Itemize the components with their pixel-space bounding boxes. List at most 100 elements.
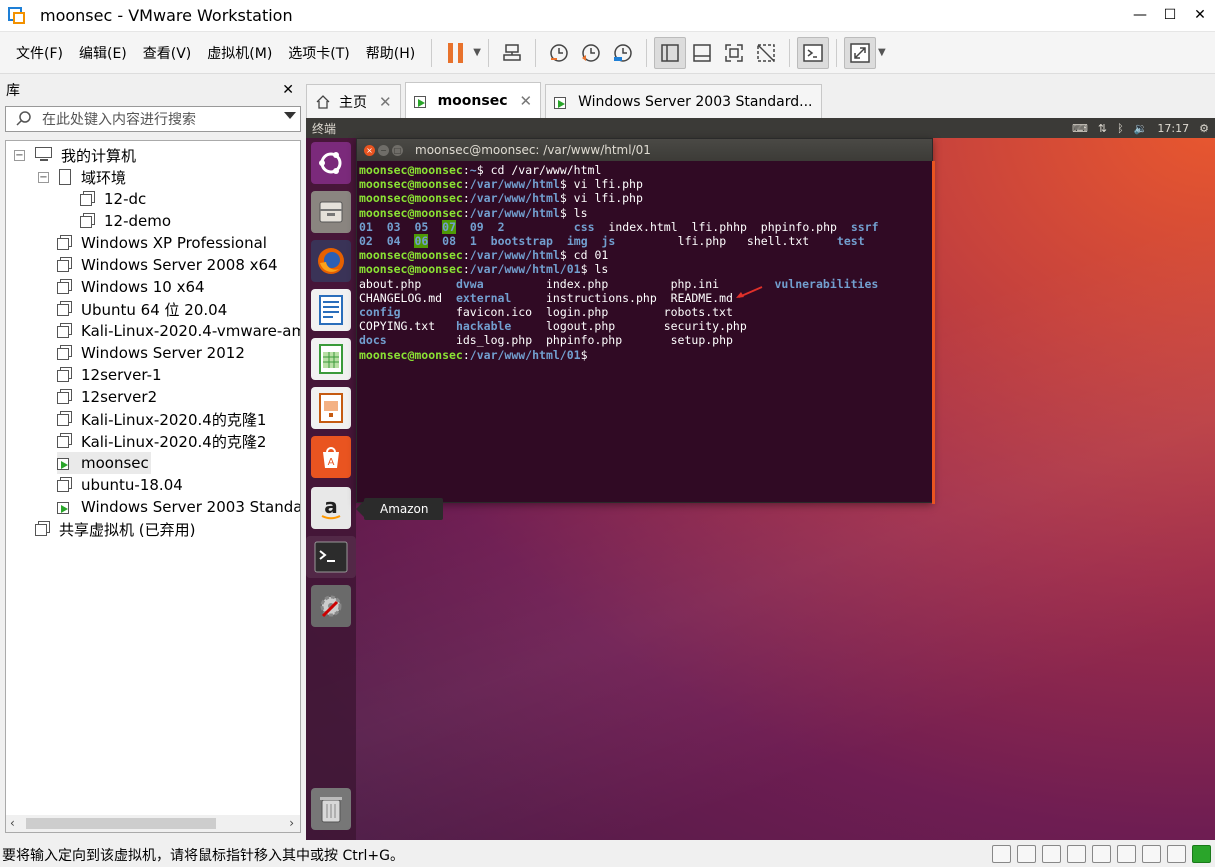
close-button[interactable]: ✕ <box>1185 0 1215 30</box>
scroll-left-icon[interactable]: ‹ <box>10 816 15 830</box>
tab-close-icon[interactable]: ✕ <box>520 92 533 110</box>
minimize-button[interactable]: — <box>1125 0 1155 30</box>
tree-item-vm[interactable]: Ubuntu 64 位 20.04 <box>57 298 227 320</box>
keyboard-status-icon[interactable] <box>1167 845 1186 863</box>
writer-icon[interactable] <box>311 289 351 331</box>
tree-item-vm[interactable]: Windows 10 x64 <box>57 276 205 298</box>
search-dropdown-icon[interactable] <box>284 112 296 119</box>
tree-item-vm[interactable]: 12server2 <box>57 386 157 408</box>
tree-label: 12server2 <box>81 388 158 406</box>
calc-icon[interactable] <box>311 338 351 380</box>
terminal-launcher-icon[interactable] <box>306 536 356 578</box>
thumbnail-bar-icon <box>693 43 711 62</box>
tree-item-domain-folder[interactable]: − 域环境 <box>38 166 126 188</box>
menu-vm[interactable]: 虚拟机(M) <box>199 43 280 63</box>
show-thumbnail-button[interactable] <box>686 37 718 69</box>
usb-icon[interactable] <box>1092 845 1111 863</box>
stretch-view-button[interactable] <box>843 36 876 69</box>
tab-home[interactable]: 主页 ✕ <box>306 84 401 118</box>
take-snapshot-button[interactable] <box>543 37 575 69</box>
tree-item-12-demo[interactable]: 12-demo <box>80 210 171 232</box>
bluetooth-icon[interactable]: ᛒ <box>1117 122 1124 135</box>
show-library-button[interactable] <box>653 36 686 69</box>
cd-dvd-icon[interactable] <box>1017 845 1036 863</box>
vm-icon <box>80 191 96 207</box>
tree-item-vm[interactable]: Windows Server 2012 <box>57 342 245 364</box>
stretch-dropdown-icon[interactable]: ▼ <box>878 47 886 58</box>
send-ctrl-alt-del-button[interactable] <box>496 37 528 69</box>
network-adapter-icon[interactable] <box>1042 845 1061 863</box>
library-search-input[interactable]: 在此处键入内容进行搜索 <box>5 106 301 132</box>
svg-text:a: a <box>324 494 338 518</box>
menu-edit[interactable]: 编辑(E) <box>71 43 135 63</box>
menu-help[interactable]: 帮助(H) <box>358 43 423 63</box>
tab-close-icon[interactable]: ✕ <box>379 93 392 111</box>
suspend-button[interactable] <box>439 37 471 69</box>
running-vm-icon <box>554 94 570 110</box>
scroll-right-icon[interactable]: › <box>289 816 294 830</box>
tree-item-vm-clone[interactable]: Kali-Linux-2020.4的克隆2 <box>57 430 266 452</box>
tree-item-vm-clone[interactable]: Kali-Linux-2020.4的克隆1 <box>57 408 266 430</box>
terminal-window[interactable]: × − □ moonsec@moonsec: /var/www/html/01 … <box>356 138 935 504</box>
tree-item-vm[interactable]: Windows Server 2008 x64 <box>57 254 278 276</box>
tree-label: Windows 10 x64 <box>81 278 205 296</box>
library-horizontal-scrollbar[interactable]: ‹ › <box>5 815 301 833</box>
firefox-icon[interactable] <box>311 240 351 282</box>
tree-item-moonsec[interactable]: moonsec <box>57 452 151 474</box>
collapse-icon[interactable]: − <box>38 171 49 183</box>
collapse-icon[interactable]: − <box>14 149 25 161</box>
ls-output-row: COPYING.txt hackable logout.php security… <box>359 319 747 334</box>
power-dropdown-icon[interactable]: ▼ <box>473 47 481 58</box>
volume-icon[interactable]: 🔉 <box>1134 122 1148 135</box>
snapshot-manager-button[interactable] <box>607 37 639 69</box>
scroll-thumb[interactable] <box>26 818 216 829</box>
menu-tabs[interactable]: 选项卡(T) <box>280 43 357 63</box>
tree-label: 12-demo <box>104 212 172 230</box>
tree-item-shared-vms[interactable]: 共享虚拟机 (已弃用) <box>35 518 195 540</box>
system-settings-icon[interactable] <box>311 585 351 627</box>
terminal-line: moonsec@moonsec:/var/www/html/01$ ls <box>359 262 609 277</box>
software-center-icon[interactable]: A <box>311 436 351 478</box>
unity-mode-button[interactable] <box>750 37 782 69</box>
title-bar: moonsec - VMware Workstation — ☐ ✕ <box>0 0 1215 32</box>
settings-gear-icon[interactable]: ⚙ <box>1199 122 1209 135</box>
library-close-button[interactable]: ✕ <box>282 82 294 98</box>
tree-item-vm[interactable]: 12server-1 <box>57 364 162 386</box>
vm-console[interactable]: 终端 ⌨ ⇅ ᛒ 🔉 17:17 ⚙ A a × − □ moonsec@moo… <box>306 118 1215 840</box>
tab-moonsec[interactable]: moonsec ✕ <box>404 82 542 118</box>
network-icon[interactable]: ⇅ <box>1098 122 1107 135</box>
dash-icon[interactable] <box>311 142 351 184</box>
maximize-button[interactable]: ☐ <box>1155 0 1185 30</box>
tree-label: 域环境 <box>81 168 127 187</box>
sound-card-icon[interactable] <box>1117 845 1136 863</box>
menu-view[interactable]: 查看(V) <box>135 43 200 63</box>
clone-icon <box>57 411 73 427</box>
display-icon[interactable] <box>1142 845 1161 863</box>
tree-item-vm-running[interactable]: Windows Server 2003 Standard <box>57 496 300 518</box>
tree-item-vm[interactable]: Kali-Linux-2020.4-vmware-amd64 <box>57 320 300 342</box>
revert-snapshot-button[interactable] <box>575 37 607 69</box>
hard-disk-icon[interactable] <box>992 845 1011 863</box>
tab-windows-server-2003[interactable]: Windows Server 2003 Standard... <box>545 84 822 118</box>
tree-item-12-dc[interactable]: 12-dc <box>80 188 146 210</box>
tree-item-my-computer[interactable]: − 我的计算机 <box>14 144 136 166</box>
terminal-minimize-button[interactable]: − <box>378 144 389 156</box>
amazon-icon[interactable]: a <box>311 487 351 529</box>
files-icon[interactable] <box>311 191 351 233</box>
menu-file[interactable]: 文件(F) <box>8 43 71 63</box>
tree-label: 12-dc <box>104 190 147 208</box>
tree-item-vm[interactable]: Windows XP Professional <box>57 232 267 254</box>
keyboard-icon[interactable]: ⌨ <box>1072 122 1088 135</box>
full-screen-button[interactable] <box>718 37 750 69</box>
trash-icon[interactable] <box>311 788 351 830</box>
clock[interactable]: 17:17 <box>1157 122 1189 135</box>
terminal-output[interactable]: moonsec@moonsec:~$ cd /var/www/html moons… <box>357 161 932 362</box>
impress-icon[interactable] <box>311 387 351 429</box>
tree-label: ubuntu-18.04 <box>81 476 183 494</box>
terminal-maximize-button[interactable]: □ <box>392 144 403 156</box>
console-view-button[interactable] <box>796 36 829 69</box>
printer-icon[interactable] <box>1067 845 1086 863</box>
tree-item-vm[interactable]: ubuntu-18.04 <box>57 474 183 496</box>
terminal-close-button[interactable]: × <box>364 144 375 156</box>
message-log-icon[interactable] <box>1192 845 1211 863</box>
